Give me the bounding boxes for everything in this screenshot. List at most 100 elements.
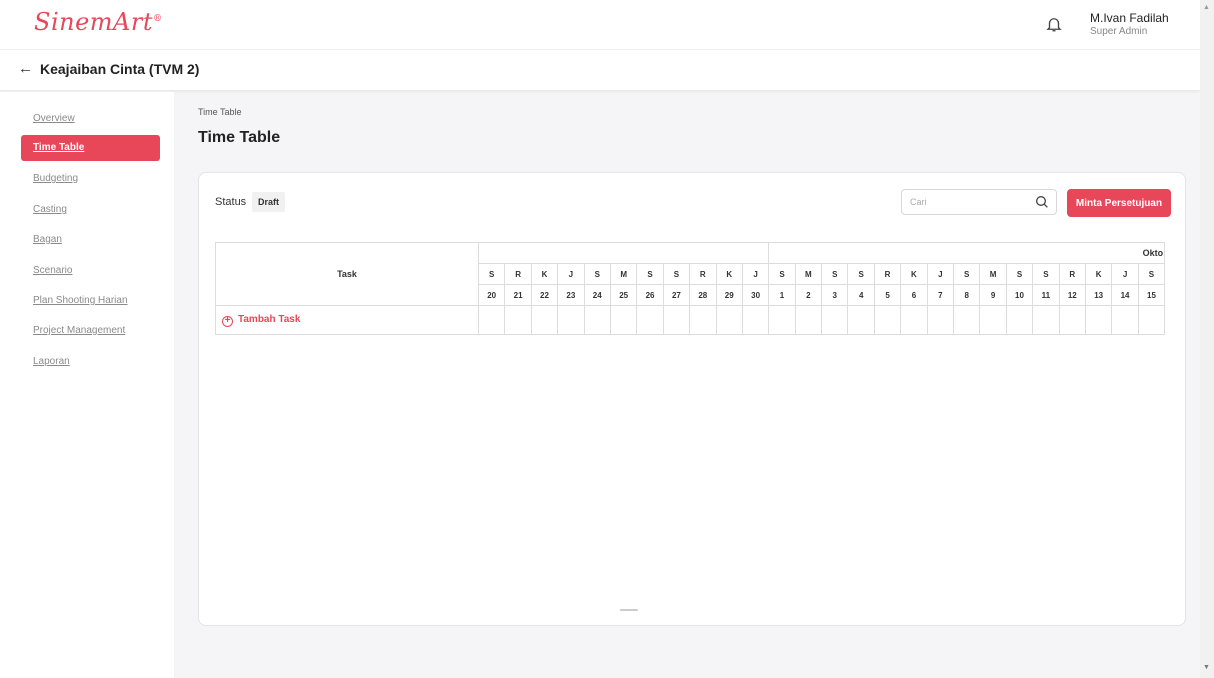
- date-cell: 14: [1111, 284, 1139, 306]
- status-label: Status: [215, 196, 247, 208]
- task-day-cell: [741, 305, 770, 335]
- task-day-cell: [873, 305, 902, 335]
- date-cell: 13: [1084, 284, 1113, 306]
- date-cell: 25: [609, 284, 638, 306]
- date-cell: 1: [768, 284, 796, 306]
- weekday-cell: K: [900, 263, 928, 285]
- date-cell: 10: [1005, 284, 1034, 306]
- date-cell: 26: [636, 284, 664, 306]
- weekday-cell: S: [1032, 263, 1060, 285]
- task-day-cell: [477, 305, 506, 335]
- sidebar-item-budgeting[interactable]: Budgeting: [21, 166, 160, 192]
- weekday-cell: S: [768, 263, 796, 285]
- weekday-cell: S: [953, 263, 981, 285]
- sidebar: Overview Time Table Budgeting Casting Ba…: [0, 92, 174, 678]
- search-box: [901, 189, 1057, 215]
- add-task-button[interactable]: + Tambah Task: [215, 305, 479, 335]
- task-day-cell: [530, 305, 559, 335]
- weekday-cell: S: [583, 263, 611, 285]
- task-day-cell: [636, 305, 664, 335]
- date-cell: 2: [794, 284, 823, 306]
- request-approval-button[interactable]: Minta Persetujuan: [1067, 189, 1171, 217]
- weekday-cell: J: [741, 263, 770, 285]
- resize-handle[interactable]: [620, 609, 638, 611]
- bell-icon[interactable]: [1045, 14, 1063, 34]
- date-cell: 3: [821, 284, 849, 306]
- weekday-cell: S: [847, 263, 875, 285]
- search-input[interactable]: [910, 190, 1030, 214]
- weekday-cell: M: [979, 263, 1007, 285]
- weekday-cell: S: [477, 263, 506, 285]
- project-header: ← Keajaiban Cinta (TVM 2): [0, 50, 1200, 90]
- date-cell: 23: [557, 284, 585, 306]
- month-header-october: Okto: [768, 242, 1166, 264]
- user-name[interactable]: M.Ivan Fadilah: [1090, 11, 1169, 25]
- sidebar-item-bagan[interactable]: Bagan: [21, 227, 160, 253]
- user-role: Super Admin: [1090, 26, 1148, 37]
- weekday-cell: K: [530, 263, 559, 285]
- weekday-cell: S: [1137, 263, 1166, 285]
- page-scrollbar[interactable]: ▲ ▼: [1200, 0, 1214, 678]
- task-day-cell: [715, 305, 743, 335]
- date-cell: 5: [873, 284, 902, 306]
- breadcrumb: Time Table: [198, 107, 242, 117]
- weekday-cell: R: [504, 263, 532, 285]
- task-day-cell: [768, 305, 796, 335]
- date-cell: 29: [715, 284, 743, 306]
- top-bar: SinemArt® M.Ivan Fadilah Super Admin: [0, 0, 1200, 50]
- add-task-label: Tambah Task: [238, 313, 301, 325]
- weekday-cell: M: [794, 263, 823, 285]
- task-row: + Tambah Task: [215, 305, 1166, 335]
- task-day-cell: [609, 305, 638, 335]
- date-cell: 11: [1032, 284, 1060, 306]
- timetable-grid: Task Okto SRKJSMSSRKJSMSSRKJSMSSRKJS 20 2…: [215, 242, 1170, 336]
- date-cell: 30: [741, 284, 770, 306]
- weekday-cell: S: [821, 263, 849, 285]
- date-cell: 9: [979, 284, 1007, 306]
- task-day-cell: [1032, 305, 1060, 335]
- weekday-cell: J: [557, 263, 585, 285]
- date-cell: 15: [1137, 284, 1166, 306]
- month-header-september: [477, 242, 770, 264]
- timetable-table: Task Okto SRKJSMSSRKJSMSSRKJSMSSRKJS 20 2…: [215, 242, 1166, 335]
- weekday-cell: S: [1005, 263, 1034, 285]
- task-day-cell: [583, 305, 611, 335]
- date-cell: 21: [504, 284, 532, 306]
- task-day-cell: [557, 305, 585, 335]
- date-cell: 7: [926, 284, 955, 306]
- weekday-cell: R: [1058, 263, 1086, 285]
- sidebar-item-casting[interactable]: Casting: [21, 197, 160, 223]
- task-day-cell: [794, 305, 823, 335]
- weekday-cell: S: [636, 263, 664, 285]
- weekday-cell: M: [609, 263, 638, 285]
- back-arrow-icon[interactable]: ←: [18, 60, 33, 77]
- date-cell: 6: [900, 284, 928, 306]
- sidebar-item-scenario[interactable]: Scenario: [21, 258, 160, 284]
- sidebar-item-overview[interactable]: Overview: [21, 106, 160, 132]
- date-cell: 20: [477, 284, 506, 306]
- task-day-cell: [1111, 305, 1139, 335]
- task-day-cell: [926, 305, 955, 335]
- search-icon[interactable]: [1034, 194, 1050, 210]
- date-cell: 24: [583, 284, 611, 306]
- date-cell: 12: [1058, 284, 1086, 306]
- sidebar-item-time-table[interactable]: Time Table: [21, 135, 160, 161]
- task-day-cell: [1058, 305, 1086, 335]
- sidebar-item-laporan[interactable]: Laporan: [21, 349, 160, 375]
- page-title: Time Table: [198, 129, 281, 146]
- sidebar-item-plan-shooting-harian[interactable]: Plan Shooting Harian: [21, 288, 160, 314]
- task-day-cell: [662, 305, 691, 335]
- date-cell: 4: [847, 284, 875, 306]
- weekday-cell: R: [873, 263, 902, 285]
- sidebar-item-project-management[interactable]: Project Management: [21, 318, 160, 344]
- task-day-cell: [689, 305, 717, 335]
- scroll-down-icon[interactable]: ▼: [1203, 664, 1210, 671]
- status-badge: Draft: [252, 192, 286, 212]
- task-column-header: Task: [215, 242, 479, 306]
- scroll-up-icon[interactable]: ▲: [1203, 4, 1210, 11]
- task-day-cell: [504, 305, 532, 335]
- task-day-cell: [900, 305, 928, 335]
- weekday-cell: K: [715, 263, 743, 285]
- date-cell: 22: [530, 284, 559, 306]
- app-logo[interactable]: SinemArt®: [34, 8, 162, 36]
